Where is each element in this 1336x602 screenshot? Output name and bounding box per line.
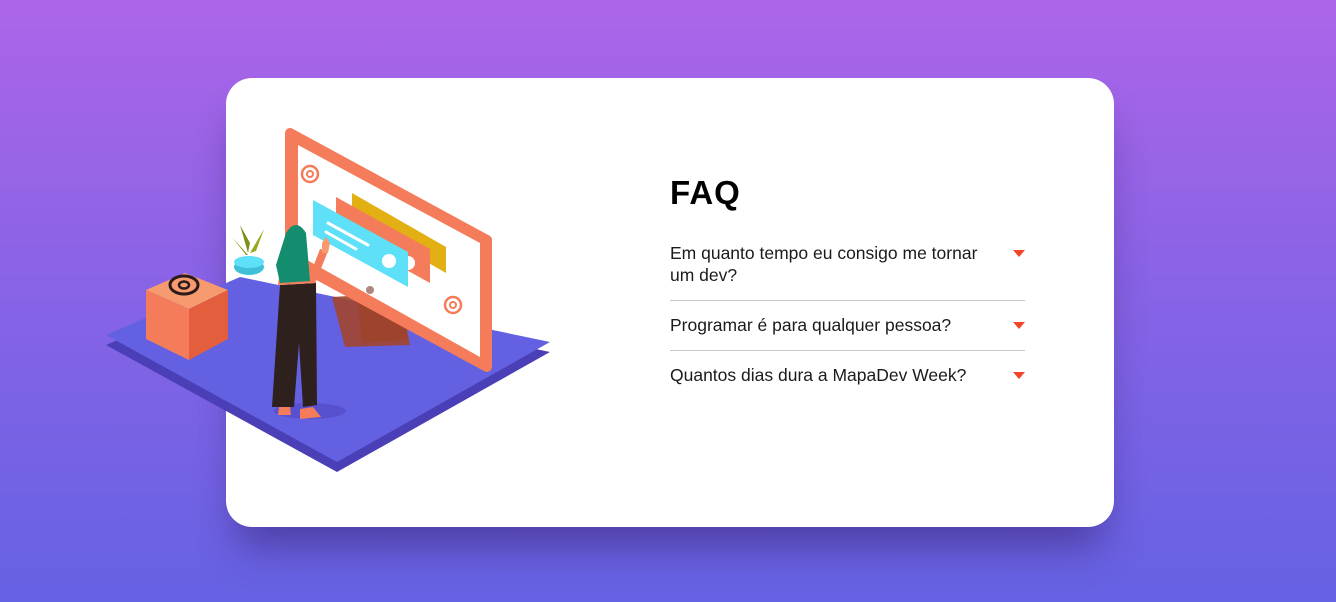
faq-item[interactable]: Quantos dias dura a MapaDev Week?: [670, 350, 1025, 386]
faq-item[interactable]: Programar é para qualquer pessoa?: [670, 300, 1025, 350]
faq-list: Em quanto tempo eu consigo me tornar um …: [670, 242, 1025, 386]
faq-item[interactable]: Em quanto tempo eu consigo me tornar um …: [670, 242, 1025, 300]
faq-question: Programar é para qualquer pessoa?: [670, 315, 952, 335]
faq-section: FAQ Em quanto tempo eu consigo me tornar…: [670, 170, 1025, 386]
faq-title: FAQ: [670, 174, 741, 211]
caret-down-icon[interactable]: [1013, 322, 1025, 329]
faq-question: Em quanto tempo eu consigo me tornar um …: [670, 243, 978, 285]
faq-question: Quantos dias dura a MapaDev Week?: [670, 365, 967, 385]
plant-icon: [232, 225, 264, 275]
caret-down-icon[interactable]: [1013, 250, 1025, 257]
faq-illustration: [106, 128, 550, 472]
caret-down-icon[interactable]: [1013, 372, 1025, 379]
